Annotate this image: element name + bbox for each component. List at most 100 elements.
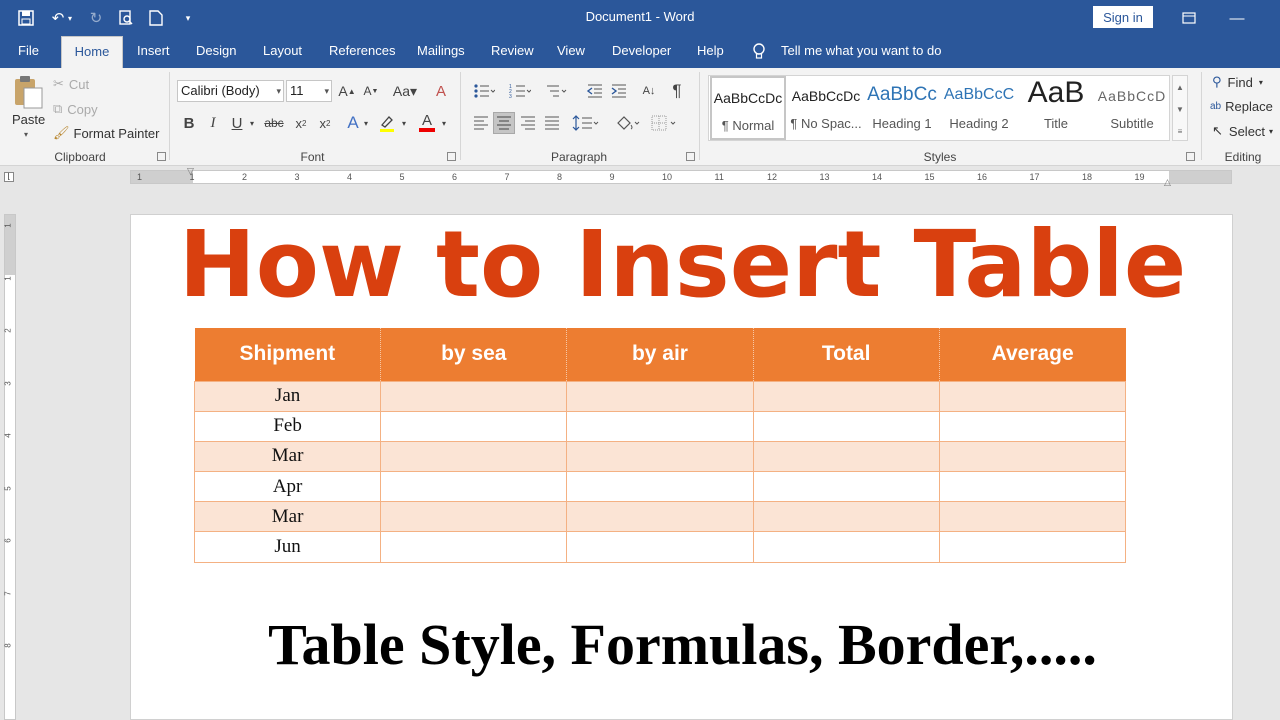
tab-home[interactable]: Home — [61, 36, 123, 68]
table-cell[interactable] — [566, 440, 754, 473]
paste-dropdown-icon[interactable]: ▾ — [24, 130, 28, 139]
tab-selector-icon[interactable]: ⌊ — [4, 172, 14, 182]
chevron-down-icon[interactable]: ▾ — [276, 81, 281, 101]
table-cell[interactable] — [752, 440, 940, 473]
bullets-icon[interactable] — [470, 80, 498, 102]
table-cell[interactable] — [938, 471, 1127, 503]
clipboard-launcher-icon[interactable] — [157, 152, 166, 161]
table-cell[interactable] — [938, 380, 1127, 412]
clear-formatting-icon[interactable]: A — [430, 80, 452, 102]
tab-mailings[interactable]: Mailings — [417, 36, 465, 68]
font-color-icon[interactable]: A — [416, 112, 438, 134]
table-cell[interactable] — [380, 380, 568, 412]
table-cell[interactable] — [380, 440, 568, 473]
sort-icon[interactable]: A↓ — [638, 80, 660, 102]
decrease-indent-icon[interactable] — [584, 80, 606, 102]
tell-me-search[interactable]: Tell me what you want to do — [781, 36, 941, 68]
table-cell[interactable] — [938, 440, 1127, 473]
tab-layout[interactable]: Layout — [263, 36, 302, 68]
sign-in-button[interactable]: Sign in — [1093, 6, 1153, 28]
header-cell[interactable]: by air — [566, 328, 754, 381]
table-cell[interactable]: Mar — [193, 501, 382, 533]
cut-button[interactable]: ✂ Cut — [53, 76, 89, 92]
strikethrough-icon[interactable]: abc — [263, 112, 285, 134]
table-cell[interactable] — [380, 501, 568, 533]
subscript-icon[interactable]: x2 — [290, 112, 312, 134]
indent-marker-icon[interactable]: ▽ — [187, 166, 194, 177]
bold-icon[interactable]: B — [178, 112, 200, 134]
borders-icon[interactable] — [648, 112, 680, 134]
find-button[interactable]: ⚲ Find ▾ — [1212, 74, 1263, 90]
right-indent-marker-icon[interactable]: △ — [1164, 177, 1171, 188]
style-subtitle[interactable]: AaBbCcD Subtitle — [1094, 76, 1170, 140]
table-cell[interactable]: Mar — [193, 440, 382, 473]
ribbon-display-options-icon[interactable] — [1174, 6, 1204, 30]
table-cell[interactable] — [380, 531, 568, 563]
table-cell[interactable]: Feb — [193, 410, 382, 442]
highlight-icon[interactable] — [376, 112, 398, 134]
styles-gallery-scroll[interactable]: ▲ ▼ ≡ — [1172, 75, 1188, 141]
tab-view[interactable]: View — [557, 36, 585, 68]
font-size-box[interactable]: 11 ▾ — [286, 80, 332, 102]
replace-button[interactable]: ab Replace — [1210, 99, 1273, 114]
superscript-icon[interactable]: x2 — [314, 112, 336, 134]
scroll-down-icon[interactable]: ▼ — [1173, 98, 1187, 120]
table-cell[interactable] — [752, 501, 940, 533]
table-cell[interactable]: Jun — [193, 531, 382, 563]
italic-icon[interactable]: I — [202, 112, 224, 134]
chevron-down-icon[interactable]: ▾ — [1259, 78, 1263, 87]
format-painter-button[interactable]: 🖌 Format Painter — [53, 125, 160, 141]
tab-references[interactable]: References — [329, 36, 395, 68]
chevron-down-icon[interactable]: ▾ — [438, 112, 450, 134]
shading-icon[interactable] — [612, 112, 644, 134]
table-cell[interactable] — [566, 531, 754, 563]
table-cell[interactable] — [380, 410, 568, 442]
font-launcher-icon[interactable] — [447, 152, 456, 161]
table-cell[interactable] — [566, 471, 754, 503]
table-cell[interactable] — [566, 501, 754, 533]
vertical-ruler[interactable]: 1 1 2 3 4 5 6 7 8 — [4, 214, 16, 720]
table-cell[interactable] — [752, 380, 940, 412]
paste-button[interactable] — [12, 74, 44, 110]
table-cell[interactable] — [752, 471, 940, 503]
tab-developer[interactable]: Developer — [612, 36, 671, 68]
horizontal-ruler[interactable]: 1 1 2 3 4 5 6 7 8 9 10 11 12 13 14 15 16 17 18 19 — [130, 170, 1232, 184]
style-normal[interactable]: AaBbCcDc ¶ Normal — [710, 76, 786, 140]
increase-indent-icon[interactable] — [608, 80, 630, 102]
align-left-icon[interactable] — [470, 112, 492, 134]
table-cell[interactable] — [380, 471, 568, 503]
justify-icon[interactable] — [541, 112, 563, 134]
align-right-icon[interactable] — [517, 112, 539, 134]
header-cell[interactable]: Shipment — [194, 328, 382, 381]
chevron-down-icon[interactable]: ▾ — [360, 112, 372, 134]
table-cell[interactable] — [938, 410, 1127, 442]
line-spacing-icon[interactable] — [570, 112, 602, 134]
table-cell[interactable]: Apr — [193, 471, 382, 503]
style-title[interactable]: AaB Title — [1018, 76, 1094, 140]
scroll-up-icon[interactable]: ▲ — [1173, 76, 1187, 98]
header-cell[interactable]: by sea — [380, 328, 568, 381]
table-cell[interactable] — [566, 380, 754, 412]
select-button[interactable]: ↖ Select ▾ — [1212, 123, 1273, 139]
more-styles-icon[interactable]: ≡ — [1173, 120, 1187, 142]
header-cell[interactable]: Average — [939, 328, 1126, 381]
underline-dropdown-icon[interactable]: ▾ — [246, 112, 258, 134]
shipment-table[interactable]: Shipment by sea by air Total Average Jan… — [193, 328, 1127, 563]
tab-insert[interactable]: Insert — [137, 36, 170, 68]
copy-button[interactable]: ⧉ Copy — [53, 101, 98, 117]
table-cell[interactable] — [752, 531, 940, 563]
show-formatting-marks-icon[interactable]: ¶ — [666, 80, 688, 102]
chevron-down-icon[interactable]: ▾ — [324, 81, 329, 101]
chevron-down-icon[interactable]: ▾ — [1269, 127, 1273, 136]
shrink-font-icon[interactable]: A ▼ — [360, 80, 382, 102]
tab-review[interactable]: Review — [491, 36, 534, 68]
align-center-icon[interactable] — [493, 112, 515, 134]
table-cell[interactable] — [938, 531, 1127, 563]
grow-font-icon[interactable]: A ▲ — [336, 80, 358, 102]
lightbulb-icon[interactable] — [752, 36, 766, 68]
style-no-spacing[interactable]: AaBbCcDc ¶ No Spac... — [788, 76, 864, 140]
tab-help[interactable]: Help — [697, 36, 724, 68]
multilevel-list-icon[interactable] — [542, 80, 570, 102]
font-name-box[interactable]: Calibri (Body) ▾ — [177, 80, 284, 102]
paragraph-launcher-icon[interactable] — [686, 152, 695, 161]
